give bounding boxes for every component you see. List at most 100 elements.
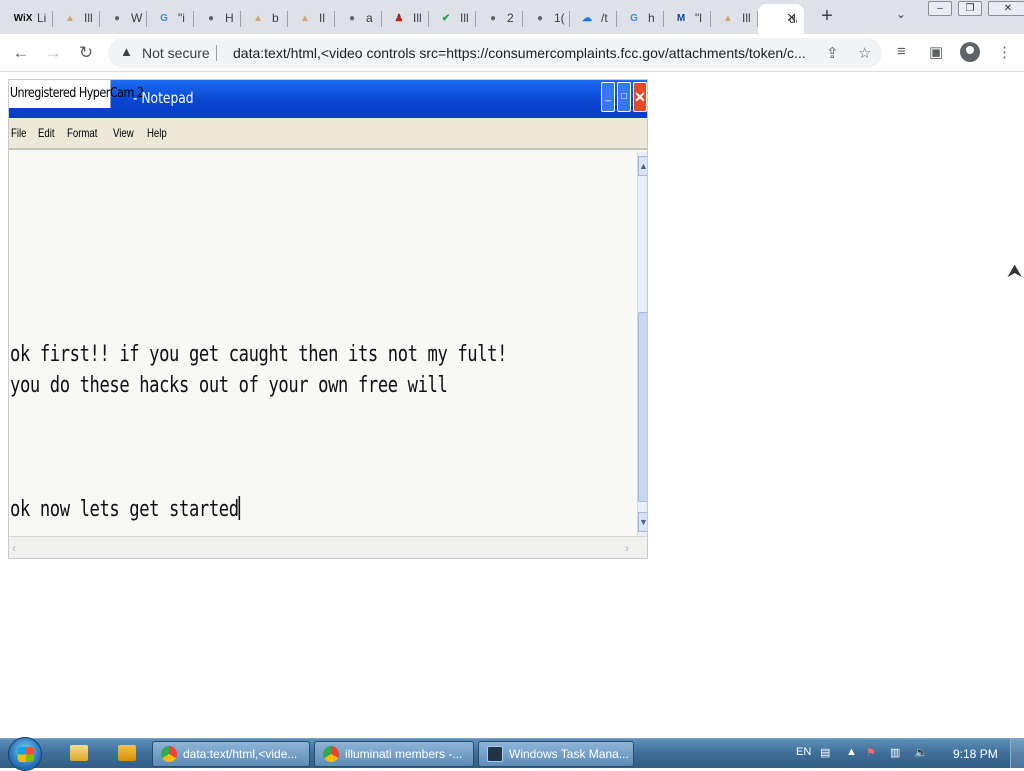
scroll-left-arrow-icon: ‹	[12, 541, 16, 555]
text-caret	[238, 496, 241, 520]
profile-avatar-icon[interactable]	[960, 42, 980, 62]
keyboard-icon[interactable]: ▤	[820, 746, 830, 759]
menu-view: View	[113, 126, 134, 140]
browser-tab[interactable]: G "i	[147, 4, 194, 32]
minimize-button[interactable]: –	[928, 1, 952, 16]
menu-format: Format	[67, 126, 98, 140]
scroll-up-arrow-icon: ▲	[638, 156, 647, 176]
network-icon[interactable]: ▥	[890, 746, 900, 759]
tab-search-button[interactable]: ⌄	[896, 7, 906, 21]
cloud-upload-icon: ☁	[582, 12, 592, 24]
tab-title: Ill	[413, 11, 422, 25]
system-clock[interactable]: 9:18 PM	[953, 747, 998, 761]
tab-title: Ill	[742, 11, 751, 25]
forward-button[interactable]: →	[42, 43, 64, 63]
notepad-title: - Notepad	[133, 89, 194, 107]
tab-title: "l	[695, 11, 702, 25]
notepad-title-bar: Unregistered HyperCam 2 - Notepad _ □ ✕	[9, 80, 647, 118]
video-player[interactable]: Unregistered HyperCam 2 - Notepad _ □ ✕ …	[8, 79, 648, 559]
favicon	[767, 11, 783, 27]
browser-tab[interactable]: ♟ Ill	[382, 4, 429, 32]
browser-tab[interactable]: WiX Li	[6, 4, 53, 32]
text-line-2: you do these hacks out of your own free …	[10, 373, 448, 398]
red-figure-icon: ♟	[394, 12, 404, 24]
share-icon[interactable]: ⇪	[826, 44, 839, 62]
tab-title: a	[366, 11, 373, 25]
omnibox-separator	[216, 45, 217, 61]
restore-button[interactable]: ❐	[958, 1, 982, 16]
url-text[interactable]: data:text/html,<video controls src=https…	[233, 45, 818, 61]
browser-tab[interactable]: ☁ /t	[570, 4, 617, 32]
browser-tab[interactable]: ● 2	[476, 4, 523, 32]
show-hidden-icons-icon[interactable]: ▲	[846, 746, 857, 758]
tab-strip: WiX Li ▲ Ill ● W G "i ● H ▲ b ▲ Il ● a ♟ Ill ✔ Ill ● 2 ● 1(☁/t G…	[0, 0, 1024, 34]
show-desktop-button[interactable]	[1010, 739, 1024, 768]
bookmark-star-icon[interactable]: ☆	[858, 44, 871, 62]
start-button[interactable]	[8, 737, 42, 771]
taskbar-item-chrome-illuminati[interactable]: illuminati members -...	[314, 741, 474, 767]
notepad-close-icon: ✕	[633, 82, 647, 112]
tab-title: h	[648, 11, 655, 25]
explorer-icon[interactable]	[70, 745, 88, 761]
illuminati-pyramid-icon: ▲	[723, 12, 733, 24]
tab-close-icon[interactable]: ✕	[786, 10, 797, 26]
browser-tab[interactable]: ▲ Ill	[53, 4, 100, 32]
taskbar-item-task-manager[interactable]: Windows Task Mana...	[478, 741, 634, 767]
back-button[interactable]: ←	[10, 43, 32, 63]
browser-tab[interactable]: ✔ Ill	[429, 4, 476, 32]
tab-title: Ill	[84, 11, 93, 25]
menu-kebab-icon[interactable]: ⋮	[997, 43, 1012, 61]
globe-icon: ●	[113, 12, 121, 24]
new-tab-button[interactable]: +	[816, 5, 838, 27]
browser-toolbar: ← → ↻ ▲ Not secure data:text/html,<video…	[0, 34, 1024, 72]
browser-tab[interactable]: M "l	[664, 4, 711, 32]
tab-title: "i	[178, 11, 185, 25]
globe-icon: ●	[489, 12, 497, 24]
google-icon: G	[160, 12, 168, 24]
tab-title: Li	[37, 11, 47, 25]
text-line-3: ok now lets get started	[10, 496, 241, 522]
notepad-vertical-scrollbar: ▲ ▼	[637, 152, 647, 536]
security-indicator[interactable]: Not secure	[142, 45, 210, 61]
browser-tab[interactable]: ▲ Ill	[711, 4, 758, 32]
browser-tab[interactable]: ● 1(	[523, 4, 570, 32]
notepad-text-area: ok first!! if you get caught then its no…	[9, 152, 637, 537]
browser-tab[interactable]: Gh	[617, 4, 664, 32]
volume-icon[interactable]: 🔈	[914, 746, 928, 759]
media-control-icon[interactable]: ≡	[897, 43, 906, 60]
taskbar-item-label: Windows Task Mana...	[509, 747, 629, 761]
tab-title: 2	[507, 11, 514, 25]
malwarebytes-icon: M	[676, 12, 686, 24]
reload-button[interactable]: ↻	[75, 43, 97, 63]
browser-tab[interactable]: da✕	[758, 4, 804, 34]
taskbar-item-label: data:text/html,<vide...	[183, 747, 298, 761]
browser-tab[interactable]: ● a	[335, 4, 382, 32]
text-line-1: ok first!! if you get caught then its no…	[10, 342, 508, 367]
taskbar-item-chrome-data[interactable]: data:text/html,<vide...	[152, 741, 310, 767]
browser-tab[interactable]: ▲ Il	[288, 4, 335, 32]
windows-taskbar: data:text/html,<vide... illuminati membe…	[0, 737, 1024, 771]
browser-tab[interactable]: ▲ b	[241, 4, 288, 32]
action-center-flag-icon[interactable]: ⚑	[866, 746, 876, 759]
tab-title: Il	[319, 11, 325, 25]
window-close-button[interactable]: ✕	[988, 1, 1024, 16]
menu-edit: Edit	[38, 126, 55, 140]
taskbar-item-label: illuminati members -...	[345, 747, 463, 761]
warning-icon[interactable]: ▲	[120, 44, 133, 59]
tab-title: /t	[601, 11, 608, 25]
green-check-icon: ✔	[441, 12, 451, 24]
tab-title: b	[272, 11, 279, 25]
media-player-icon[interactable]	[118, 745, 136, 761]
wix-icon: WiX	[13, 12, 33, 24]
language-indicator[interactable]: EN	[796, 746, 811, 758]
browser-tab[interactable]: ● H	[194, 4, 241, 32]
address-bar[interactable]: ▲ Not secure data:text/html,<video contr…	[108, 38, 882, 68]
tab-title: Ill	[460, 11, 469, 25]
notepad-horizontal-scrollbar: ‹ ›	[9, 536, 647, 558]
side-panel-icon[interactable]: ▣	[929, 43, 943, 61]
notepad-maximize-icon: □	[617, 82, 631, 112]
browser-tab[interactable]: ● W	[100, 4, 147, 32]
tab-title: W	[131, 11, 143, 25]
google-icon: G	[630, 12, 638, 24]
illuminati-pyramid-icon: ▲	[65, 12, 75, 24]
